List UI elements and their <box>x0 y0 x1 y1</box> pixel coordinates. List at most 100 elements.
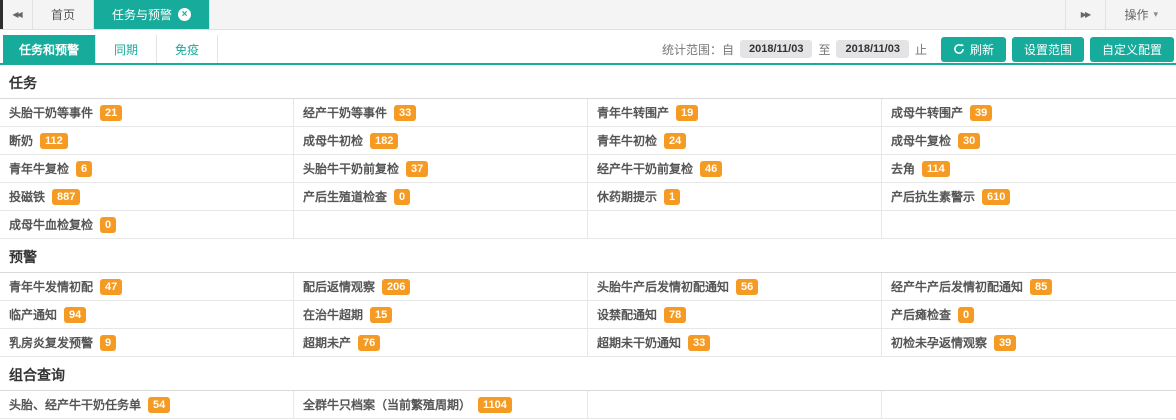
task-item[interactable]: 休药期提示1 <box>588 183 882 210</box>
count-badge[interactable]: 39 <box>970 105 992 121</box>
task-item[interactable]: 头胎、经产牛干奶任务单 54 <box>0 391 294 418</box>
set-range-button[interactable]: 设置范围 <box>1012 37 1084 62</box>
stat-range-prefix-label: 统计范围：自 <box>662 41 734 58</box>
count-badge[interactable]: 1104 <box>478 397 512 413</box>
refresh-button[interactable]: 刷新 <box>941 37 1006 62</box>
item-label: 产后抗生素警示 <box>891 188 975 205</box>
task-item[interactable]: 去角 114 <box>882 155 1176 182</box>
item-label: 初检未孕返情观察 <box>891 334 987 351</box>
section-title: 组合查询 <box>0 357 1176 391</box>
count-badge[interactable]: 610 <box>982 189 1010 205</box>
task-item[interactable]: 青年牛发情初配47 <box>0 273 294 300</box>
task-item[interactable]: 头胎牛产后发情初配通知56 <box>588 273 882 300</box>
task-item[interactable]: 经产牛产后发情初配通知85 <box>882 273 1176 300</box>
task-item[interactable]: 头胎干奶等事件 21 <box>0 99 294 126</box>
task-item[interactable]: 经产牛干奶前复检 46 <box>588 155 882 182</box>
item-label: 去角 <box>891 160 915 177</box>
tab-home[interactable]: 首页 <box>33 0 94 29</box>
task-item[interactable]: 产后抗生素警示 610 <box>882 183 1176 210</box>
count-badge[interactable]: 206 <box>382 279 410 295</box>
collapse-tabs-button[interactable]: ◀◀ <box>3 0 33 29</box>
stat-range-suffix-label: 止 <box>915 41 927 58</box>
item-label: 产后瘫检查 <box>891 306 951 323</box>
count-badge[interactable]: 39 <box>994 335 1016 351</box>
count-badge[interactable]: 85 <box>1030 279 1052 295</box>
stat-range-mid-label: 至 <box>818 41 830 58</box>
date-to-field[interactable]: 2018/11/03 <box>836 40 908 58</box>
task-item[interactable]: 临产通知 94 <box>0 301 294 328</box>
count-badge[interactable]: 182 <box>370 133 398 149</box>
section-title: 预警 <box>0 239 1176 273</box>
count-badge[interactable]: 9 <box>100 335 116 351</box>
tab-tasks-warnings[interactable]: 任务与预警 × <box>94 0 210 29</box>
count-badge[interactable]: 54 <box>148 397 170 413</box>
count-badge[interactable]: 6 <box>76 161 92 177</box>
item-label: 青年牛初检 <box>597 132 657 149</box>
task-item[interactable]: 全群牛只档案（当前繁殖周期）1104 <box>294 391 588 418</box>
count-badge[interactable]: 76 <box>358 335 380 351</box>
close-tab-icon[interactable]: × <box>178 8 191 21</box>
count-badge[interactable]: 887 <box>52 189 80 205</box>
item-label: 经产牛干奶前复检 <box>597 160 693 177</box>
task-item[interactable]: 成母牛血检复检0 <box>0 211 294 238</box>
task-item[interactable]: 成母牛转围产39 <box>882 99 1176 126</box>
tab-tasks-and-warnings[interactable]: 任务和预警 <box>3 35 95 63</box>
tab-immunity[interactable]: 免疫 <box>157 35 218 63</box>
empty-cell <box>882 211 1176 238</box>
task-item[interactable]: 成母牛初检182 <box>294 127 588 154</box>
task-item[interactable]: 断奶112 <box>0 127 294 154</box>
item-label: 头胎牛干奶前复检 <box>303 160 399 177</box>
item-label: 头胎、经产牛干奶任务单 <box>9 396 141 413</box>
task-item[interactable]: 成母牛复检30 <box>882 127 1176 154</box>
count-badge[interactable]: 21 <box>100 105 122 121</box>
count-badge[interactable]: 19 <box>676 105 698 121</box>
task-item[interactable]: 设禁配通知78 <box>588 301 882 328</box>
tab-same-period[interactable]: 同期 <box>95 35 157 63</box>
task-item[interactable]: 青年牛转围产19 <box>588 99 882 126</box>
count-badge[interactable]: 24 <box>664 133 686 149</box>
item-label: 头胎干奶等事件 <box>9 104 93 121</box>
count-badge[interactable]: 33 <box>688 335 710 351</box>
task-item[interactable]: 超期未干奶通知33 <box>588 329 882 356</box>
count-badge[interactable]: 0 <box>394 189 410 205</box>
count-badge[interactable]: 0 <box>100 217 116 233</box>
count-badge[interactable]: 47 <box>100 279 122 295</box>
item-label: 配后返情观察 <box>303 278 375 295</box>
count-badge[interactable]: 37 <box>406 161 428 177</box>
tabbar-spacer <box>210 0 1065 29</box>
count-badge[interactable]: 0 <box>958 307 974 323</box>
task-item[interactable]: 乳房炎复发预警9 <box>0 329 294 356</box>
task-item[interactable]: 经产干奶等事件33 <box>294 99 588 126</box>
task-item[interactable]: 青年牛初检 24 <box>588 127 882 154</box>
count-badge[interactable]: 1 <box>664 189 680 205</box>
grid-row: 青年牛复检6 头胎牛干奶前复检 37 经产牛干奶前复检 46 去角 114 <box>0 155 1176 183</box>
item-label: 临产通知 <box>9 306 57 323</box>
item-label: 在治牛超期 <box>303 306 363 323</box>
count-badge[interactable]: 94 <box>64 307 86 323</box>
count-badge[interactable]: 78 <box>664 307 686 323</box>
date-from-field[interactable]: 2018/11/03 <box>740 40 812 58</box>
count-badge[interactable]: 112 <box>40 133 68 149</box>
grid-row: 临产通知 94 在治牛超期 15 设禁配通知78 产后瘫检查 0 <box>0 301 1176 329</box>
expand-tabs-button[interactable]: ▶▶ <box>1065 0 1105 29</box>
count-badge[interactable]: 114 <box>922 161 950 177</box>
task-item[interactable]: 超期未产76 <box>294 329 588 356</box>
grid-row: 断奶112成母牛初检182 青年牛初检 24 成母牛复检30 <box>0 127 1176 155</box>
custom-config-button[interactable]: 自定义配置 <box>1090 37 1174 62</box>
count-badge[interactable]: 46 <box>700 161 722 177</box>
task-item[interactable]: 在治牛超期 15 <box>294 301 588 328</box>
task-item[interactable]: 头胎牛干奶前复检 37 <box>294 155 588 182</box>
task-item[interactable]: 投磁铁887 <box>0 183 294 210</box>
task-item[interactable]: 初检未孕返情观察 39 <box>882 329 1176 356</box>
count-badge[interactable]: 33 <box>394 105 416 121</box>
count-badge[interactable]: 56 <box>736 279 758 295</box>
count-badge[interactable]: 30 <box>958 133 980 149</box>
task-item[interactable]: 产后瘫检查 0 <box>882 301 1176 328</box>
task-item[interactable]: 配后返情观察 206 <box>294 273 588 300</box>
task-item[interactable]: 青年牛复检6 <box>0 155 294 182</box>
count-badge[interactable]: 15 <box>370 307 392 323</box>
actions-dropdown[interactable]: 操作 ▾ <box>1105 0 1176 29</box>
task-item[interactable]: 产后生殖道检查0 <box>294 183 588 210</box>
empty-cell <box>294 211 588 238</box>
empty-cell <box>588 391 882 418</box>
